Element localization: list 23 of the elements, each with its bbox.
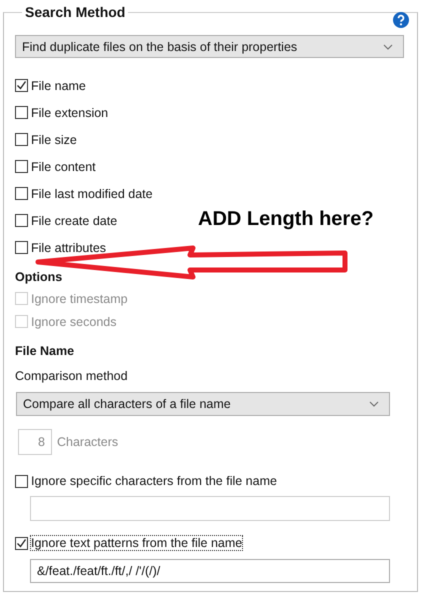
caret-icon xyxy=(383,44,393,50)
caret-icon xyxy=(369,401,379,407)
group-title: Search Method xyxy=(24,4,126,20)
checkbox[interactable]: File last modified date xyxy=(15,180,404,207)
checkbox[interactable]: File content xyxy=(15,153,404,180)
options-heading: Options xyxy=(15,269,64,286)
annotation-text: ADD Length here? xyxy=(198,208,374,231)
help-icon[interactable] xyxy=(393,12,409,28)
method-dropdown[interactable]: Find duplicate files on the basis of their properties xyxy=(15,35,404,58)
checkbox[interactable]: File size xyxy=(15,126,404,153)
checkbox[interactable]: File name xyxy=(15,72,404,99)
file-name-heading: File Name xyxy=(15,343,76,360)
checkbox[interactable]: Ignore text patterns from the file name xyxy=(15,530,404,556)
checkbox[interactable]: Ignore specific characters from the file name xyxy=(15,468,404,494)
checkbox[interactable]: File attributes xyxy=(15,234,404,261)
check-icon xyxy=(16,80,27,91)
comparison-label: Comparison method xyxy=(15,368,129,385)
input-field[interactable]: &/feat./feat/ft./ft/,/ /'/(/)/ xyxy=(30,559,390,583)
checkbox[interactable]: File extension xyxy=(15,99,404,126)
characters-label: Characters xyxy=(57,435,118,449)
comparison-dropdown[interactable]: Compare all characters of a file name xyxy=(16,392,390,416)
check-icon xyxy=(16,538,27,548)
input-field[interactable] xyxy=(30,496,390,521)
